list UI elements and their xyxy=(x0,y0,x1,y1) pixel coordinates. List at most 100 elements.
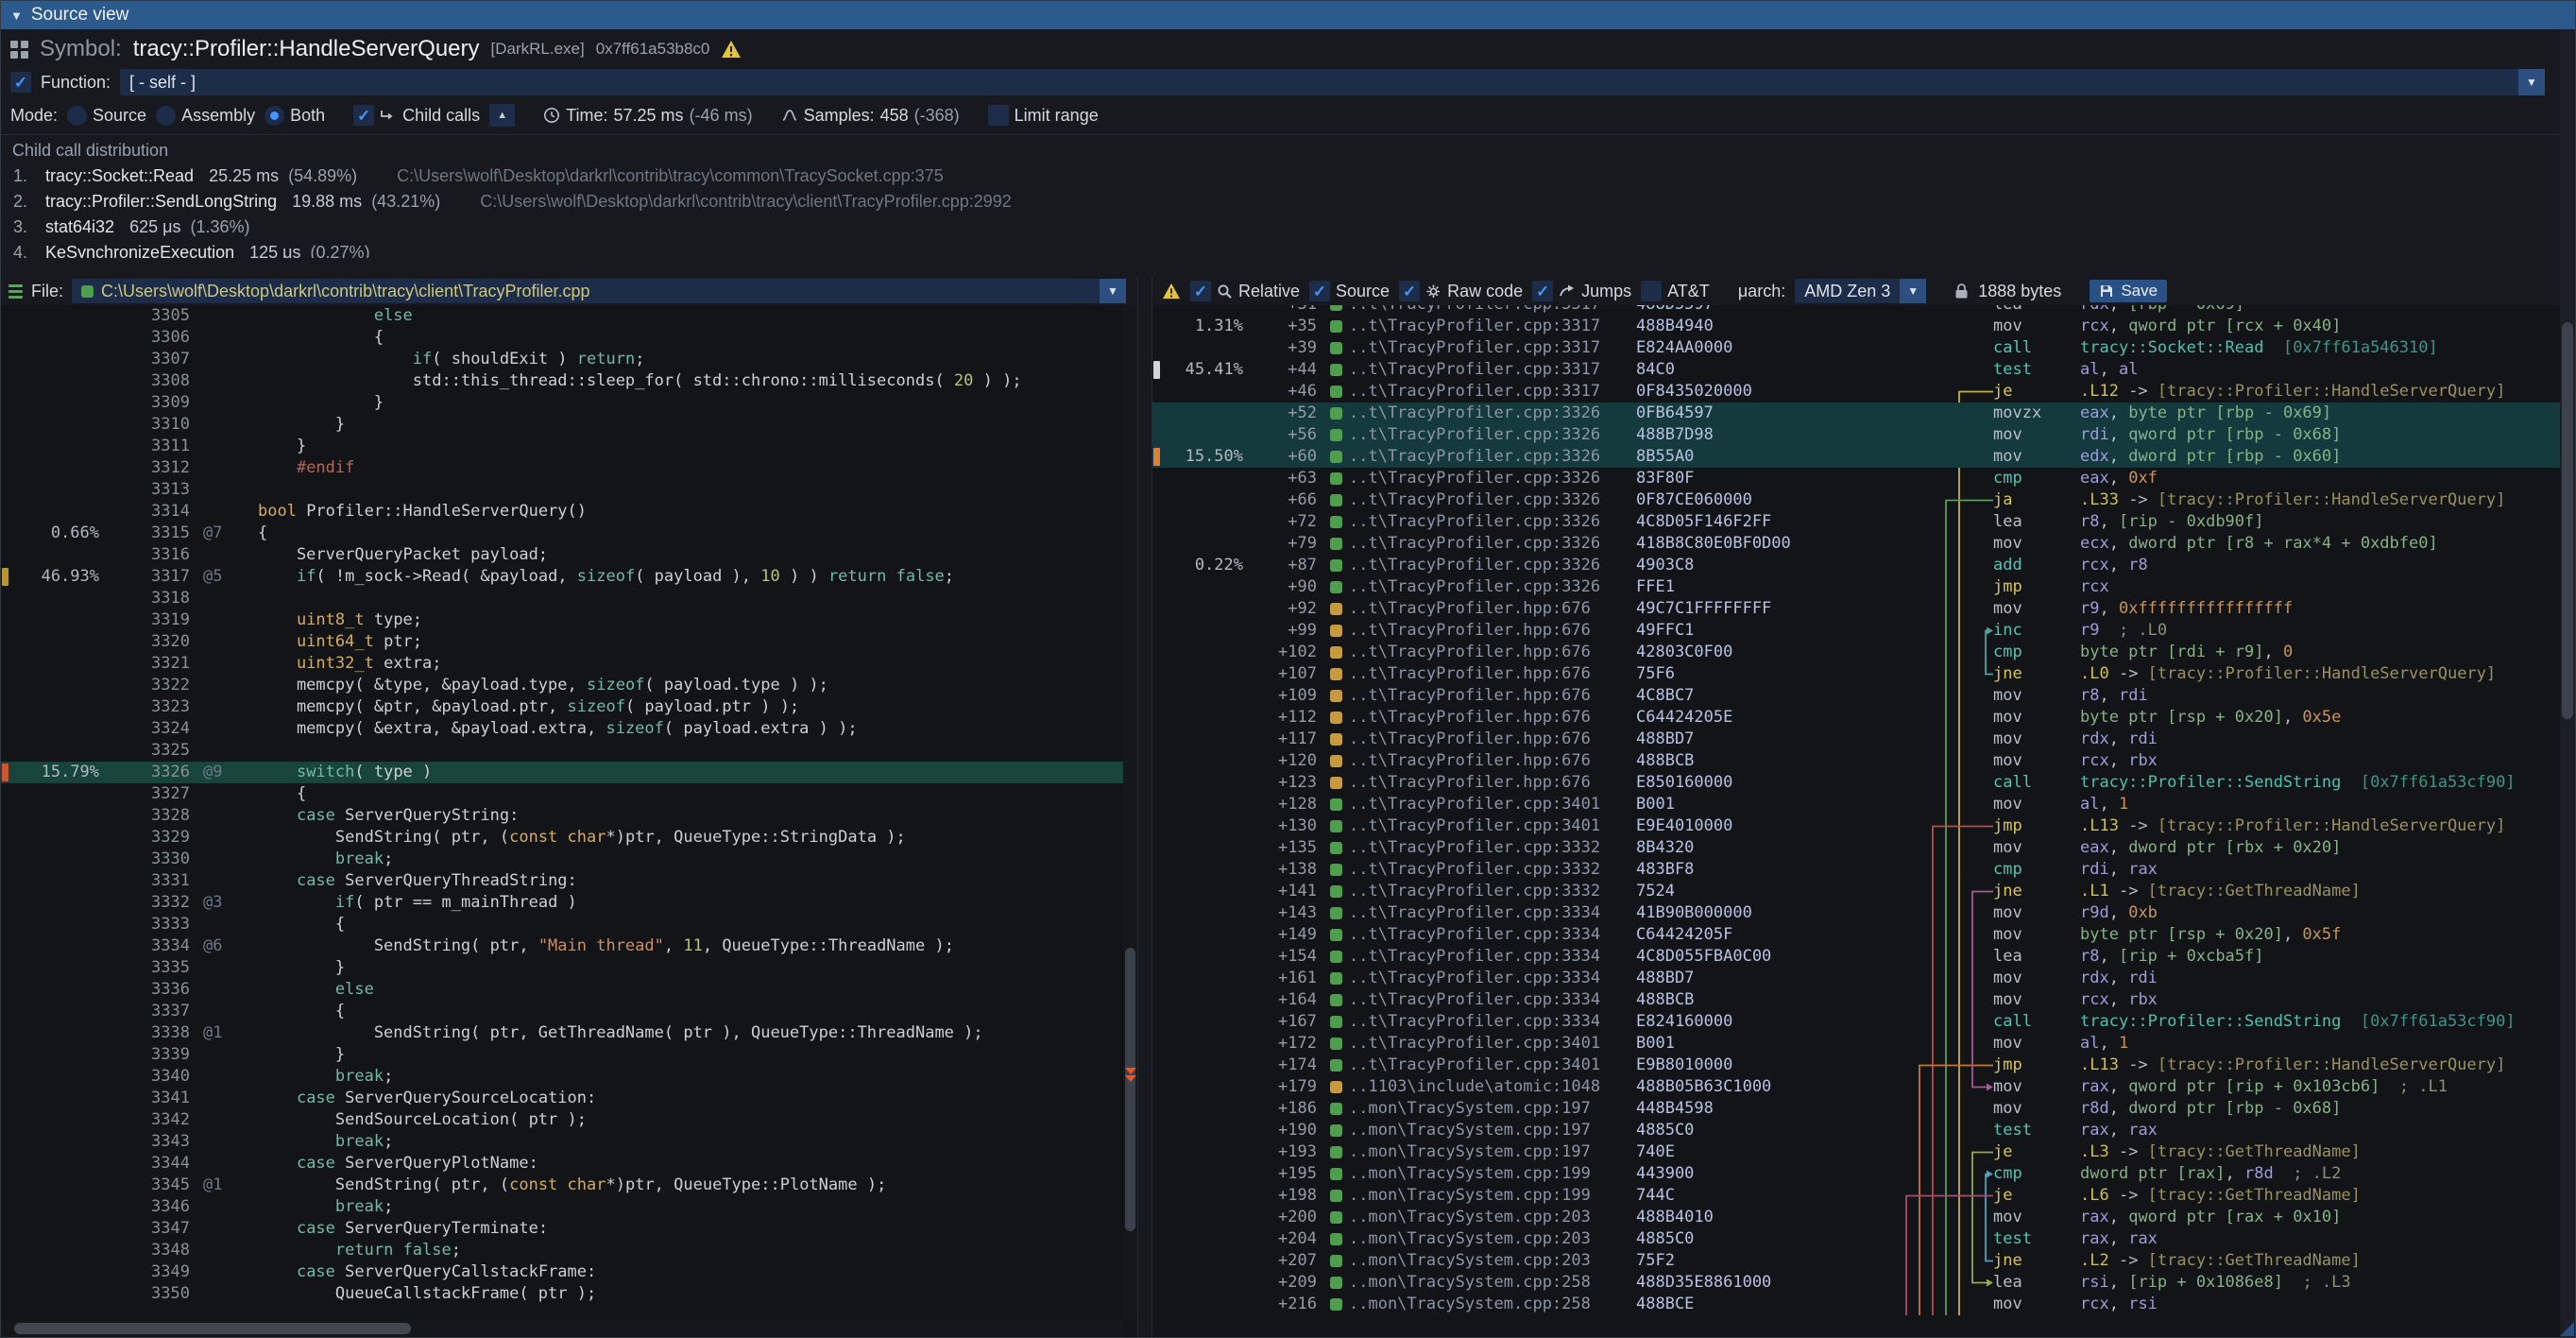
asm-row[interactable]: +209..mon\TracySystem.cpp:258488D35E8861… xyxy=(1152,1272,2560,1294)
source-line[interactable]: 3332@3 if( ptr == m_mainThread ) xyxy=(1,892,1123,914)
asm-row[interactable]: +186..mon\TracySystem.cpp:197448B4598mov… xyxy=(1152,1098,2560,1120)
asm-row[interactable]: +174..t\TracyProfiler.cpp:3401E9B8010000… xyxy=(1152,1055,2560,1076)
child-call-item[interactable]: 3.stat64i32625 μs(1.36%) xyxy=(1,214,2560,240)
asm-row[interactable]: +90..t\TracyProfiler.cpp:3326FFE1jmprcx xyxy=(1152,576,2560,598)
asm-row[interactable]: +172..t\TracyProfiler.cpp:3401B001moval,… xyxy=(1152,1033,2560,1055)
source-checkbox[interactable]: ✓ xyxy=(1309,281,1330,301)
source-line[interactable]: 3328 case ServerQueryString: xyxy=(1,805,1123,827)
source-line[interactable]: 46.93%3317@5 if( !m_sock->Read( &payload… xyxy=(1,566,1123,588)
source-line[interactable]: 3342 SendSourceLocation( ptr ); xyxy=(1,1109,1123,1131)
function-combo[interactable]: [ - self - ] ▼ xyxy=(120,69,2545,95)
source-line[interactable]: 3335 } xyxy=(1,957,1123,979)
source-line[interactable]: 3336 else xyxy=(1,979,1123,1001)
source-line[interactable]: 3344 case ServerQueryPlotName: xyxy=(1,1153,1123,1175)
source-line[interactable]: 3308 std::this_thread::sleep_for( std::c… xyxy=(1,370,1123,392)
source-vscrollbar[interactable] xyxy=(1123,305,1137,1320)
radio-both[interactable] xyxy=(264,106,284,126)
source-line[interactable]: 3330 break; xyxy=(1,849,1123,870)
source-line[interactable]: 3323 memcpy( &ptr, &payload.ptr, sizeof(… xyxy=(1,696,1123,718)
asm-row[interactable]: 15.50%+60..t\TracyProfiler.cpp:33268B55A… xyxy=(1152,446,2560,468)
source-line[interactable]: 3333 { xyxy=(1,914,1123,935)
scrollbar-thumb[interactable] xyxy=(1125,948,1135,1231)
source-line[interactable]: 3350 QueueCallstackFrame( ptr ); xyxy=(1,1283,1123,1305)
asm-row[interactable]: +128..t\TracyProfiler.cpp:3401B001moval,… xyxy=(1152,794,2560,815)
asm-row[interactable]: +195..mon\TracySystem.cpp:199443900cmpdw… xyxy=(1152,1163,2560,1185)
source-line[interactable]: 3314bool Profiler::HandleServerQuery() xyxy=(1,501,1123,523)
source-line[interactable]: 3349 case ServerQueryCallstackFrame: xyxy=(1,1261,1123,1283)
jump-out-button[interactable]: ▲ xyxy=(489,104,515,127)
asm-row[interactable]: +99..t\TracyProfiler.hpp:67649FFC1incr9 … xyxy=(1152,620,2560,642)
radio-label-assembly[interactable]: Assembly xyxy=(181,106,255,126)
jumps-checkbox[interactable]: ✓ xyxy=(1532,281,1553,301)
limit-range-label[interactable]: Limit range xyxy=(1015,106,1099,126)
asm-row[interactable]: +109..t\TracyProfiler.hpp:6764C8BC7movr8… xyxy=(1152,685,2560,707)
source-line[interactable]: 3318 xyxy=(1,588,1123,609)
asm-row[interactable]: +79..t\TracyProfiler.cpp:3326418B8C80E0B… xyxy=(1152,533,2560,555)
asm-row[interactable]: +161..t\TracyProfiler.cpp:3334488BD7movr… xyxy=(1152,968,2560,989)
function-checkbox[interactable]: ✓ xyxy=(10,72,31,93)
source-line[interactable]: 3339 } xyxy=(1,1044,1123,1066)
source-line[interactable]: 3307 if( shouldExit ) return; xyxy=(1,349,1123,370)
source-line[interactable]: 3329 SendString( ptr, (const char*)ptr, … xyxy=(1,827,1123,849)
att-label[interactable]: AT&T xyxy=(1667,282,1710,301)
source-line[interactable]: 3306 { xyxy=(1,327,1123,349)
radio-source[interactable] xyxy=(67,106,87,126)
relative-label[interactable]: Relative xyxy=(1238,282,1300,301)
asm-row[interactable]: +117..t\TracyProfiler.hpp:676488BD7movrd… xyxy=(1152,729,2560,750)
source-line[interactable]: 0.66%3315@7{ xyxy=(1,523,1123,544)
chevron-down-icon[interactable]: ▼ xyxy=(2518,69,2545,95)
att-checkbox[interactable]: ✓ xyxy=(1641,281,1662,301)
asm-row[interactable]: +72..t\TracyProfiler.cpp:33264C8D05F146F… xyxy=(1152,511,2560,533)
source-line[interactable]: 3347 case ServerQueryTerminate: xyxy=(1,1218,1123,1240)
raw-code-checkbox[interactable]: ✓ xyxy=(1399,281,1420,301)
save-button[interactable]: Save xyxy=(2090,280,2167,302)
asm-row[interactable]: +164..t\TracyProfiler.cpp:3334488BCBmovr… xyxy=(1152,989,2560,1011)
asm-row[interactable]: +63..t\TracyProfiler.cpp:332683F80Fcmpea… xyxy=(1152,468,2560,489)
asm-row[interactable]: +102..t\TracyProfiler.hpp:67642803C0F00c… xyxy=(1152,642,2560,663)
asm-row[interactable]: +138..t\TracyProfiler.cpp:3332483BF8cmpr… xyxy=(1152,859,2560,881)
asm-row[interactable]: +204..mon\TracySystem.cpp:2034885C0testr… xyxy=(1152,1228,2560,1250)
radio-assembly[interactable] xyxy=(156,106,176,126)
source-line[interactable]: 3322 memcpy( &type, &payload.type, sizeo… xyxy=(1,675,1123,696)
source-line[interactable]: 3309 } xyxy=(1,392,1123,414)
source-line[interactable]: 3346 break; xyxy=(1,1196,1123,1218)
asm-row[interactable]: +149..t\TracyProfiler.cpp:3334C64424205F… xyxy=(1152,924,2560,946)
asm-row[interactable]: 1.31%+35..t\TracyProfiler.cpp:3317488B49… xyxy=(1152,316,2560,337)
source-line[interactable]: 3338@1 SendString( ptr, GetThreadName( p… xyxy=(1,1022,1123,1044)
collapse-icon[interactable]: ▼ xyxy=(10,9,23,23)
source-line[interactable]: 3331 case ServerQueryThreadString: xyxy=(1,870,1123,892)
asm-row[interactable]: +190..mon\TracySystem.cpp:1974885C0testr… xyxy=(1152,1120,2560,1141)
asm-row[interactable]: +198..mon\TracySystem.cpp:199744Cje.L6 -… xyxy=(1152,1185,2560,1207)
uarch-combo[interactable]: AMD Zen 3 ▼ xyxy=(1795,279,1926,303)
child-call-item[interactable]: 4.KeSynchronizeExecution125 μs(0.27%) xyxy=(1,240,2560,258)
asm-row[interactable]: +46..t\TracyProfiler.cpp:33170F843502000… xyxy=(1152,381,2560,403)
source-line[interactable]: 3305 else xyxy=(1,305,1123,327)
asm-row[interactable]: +66..t\TracyProfiler.cpp:33260F87CE06000… xyxy=(1152,489,2560,511)
window-vscrollbar[interactable] xyxy=(2560,29,2575,1337)
source-line[interactable]: 3327 { xyxy=(1,783,1123,805)
scrollbar-thumb[interactable] xyxy=(2562,322,2573,719)
chevron-down-icon[interactable]: ▼ xyxy=(1900,279,1926,303)
jumps-label[interactable]: Jumps xyxy=(1581,282,1631,301)
source-toggle-label[interactable]: Source xyxy=(1336,282,1390,301)
source-line[interactable]: 3343 break; xyxy=(1,1131,1123,1153)
chevron-down-icon[interactable]: ▼ xyxy=(1100,279,1126,303)
asm-row[interactable]: +143..t\TracyProfiler.cpp:333441B90B0000… xyxy=(1152,902,2560,924)
asm-row[interactable]: +207..mon\TracySystem.cpp:20375F2jne.L2 … xyxy=(1152,1250,2560,1272)
titlebar[interactable]: ▼ Source view xyxy=(1,1,2575,29)
asm-row[interactable]: +52..t\TracyProfiler.cpp:33260FB64597mov… xyxy=(1152,403,2560,424)
asm-row[interactable]: +39..t\TracyProfiler.cpp:3317E824AA0000c… xyxy=(1152,337,2560,359)
asm-row[interactable]: +200..mon\TracySystem.cpp:203488B4010mov… xyxy=(1152,1207,2560,1228)
radio-label-source[interactable]: Source xyxy=(93,106,146,126)
asm-row[interactable]: +167..t\TracyProfiler.cpp:3334E824160000… xyxy=(1152,1011,2560,1033)
asm-row[interactable]: +120..t\TracyProfiler.hpp:676488BCBmovrc… xyxy=(1152,750,2560,772)
asm-row[interactable]: +31..t\TracyProfiler.cpp:3317488D5597lea… xyxy=(1152,305,2560,316)
source-line[interactable]: 3348 return false; xyxy=(1,1240,1123,1261)
asm-row[interactable]: +216..mon\TracySystem.cpp:258488BCEmovrc… xyxy=(1152,1294,2560,1315)
asm-row[interactable]: +107..t\TracyProfiler.hpp:67675F6jne.L0 … xyxy=(1152,663,2560,685)
source-hscrollbar[interactable] xyxy=(1,1320,1123,1337)
asm-row[interactable]: +56..t\TracyProfiler.cpp:3326488B7D98mov… xyxy=(1152,424,2560,446)
asm-row[interactable]: 45.41%+44..t\TracyProfiler.cpp:331784C0t… xyxy=(1152,359,2560,381)
source-line[interactable]: 3340 break; xyxy=(1,1066,1123,1088)
file-combo[interactable]: C:\Users\wolf\Desktop\darkrl\contrib\tra… xyxy=(72,279,1126,303)
